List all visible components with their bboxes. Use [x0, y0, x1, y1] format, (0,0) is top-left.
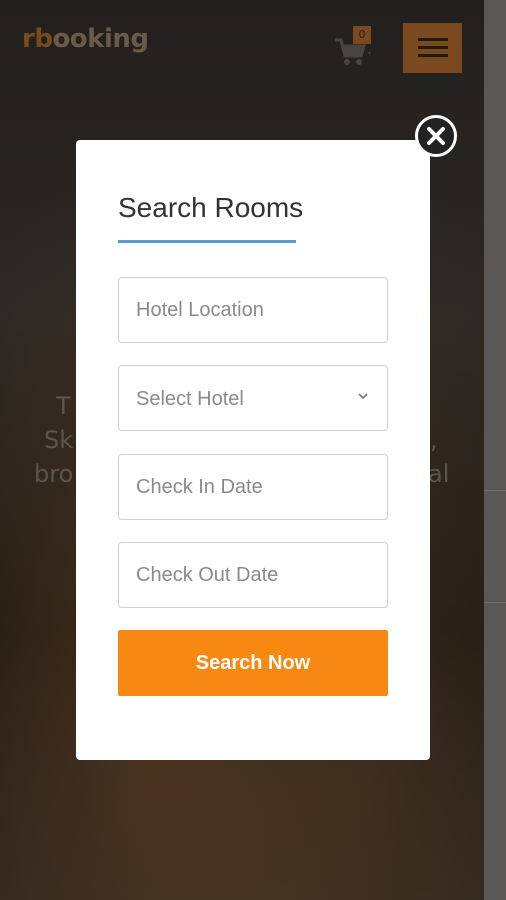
- hero-text-fragment: T: [56, 392, 71, 420]
- hotel-location-input[interactable]: [119, 278, 387, 342]
- scrollbar[interactable]: [484, 0, 506, 900]
- scrollbar-divider: [484, 602, 506, 603]
- close-modal-button[interactable]: [415, 115, 457, 157]
- search-now-button[interactable]: Search Now: [118, 630, 388, 696]
- logo-text: ooking: [52, 24, 149, 54]
- hero-text-fragment: Sk: [44, 426, 74, 454]
- modal-title: Search Rooms: [118, 192, 304, 223]
- hero-text-fragment: bro: [34, 460, 74, 488]
- hamburger-icon: [418, 46, 448, 49]
- hotel-location-field[interactable]: [118, 277, 388, 343]
- hero-text-fragment: ,: [430, 426, 438, 454]
- site-logo[interactable]: rbooking: [22, 24, 149, 54]
- logo-mark: rb: [22, 24, 53, 54]
- hero-text-fragment: al: [428, 460, 450, 488]
- select-hotel-dropdown[interactable]: Select Hotel: [118, 365, 388, 431]
- search-rooms-modal: Search Rooms Select Hotel Search Now: [76, 140, 430, 760]
- scrollbar-divider: [484, 490, 506, 491]
- check-in-date-input[interactable]: [119, 455, 387, 519]
- check-out-date-field[interactable]: [118, 542, 388, 608]
- check-out-date-input[interactable]: [119, 543, 387, 607]
- cart-count-badge: 0: [353, 26, 371, 44]
- check-in-date-field[interactable]: [118, 454, 388, 520]
- hamburger-icon: [418, 38, 448, 41]
- menu-button[interactable]: [403, 23, 462, 73]
- title-underline: [118, 240, 296, 243]
- close-icon: [427, 127, 445, 145]
- chevron-down-icon: [358, 393, 368, 400]
- hamburger-icon: [418, 54, 448, 57]
- select-hotel-value: Select Hotel: [136, 388, 244, 410]
